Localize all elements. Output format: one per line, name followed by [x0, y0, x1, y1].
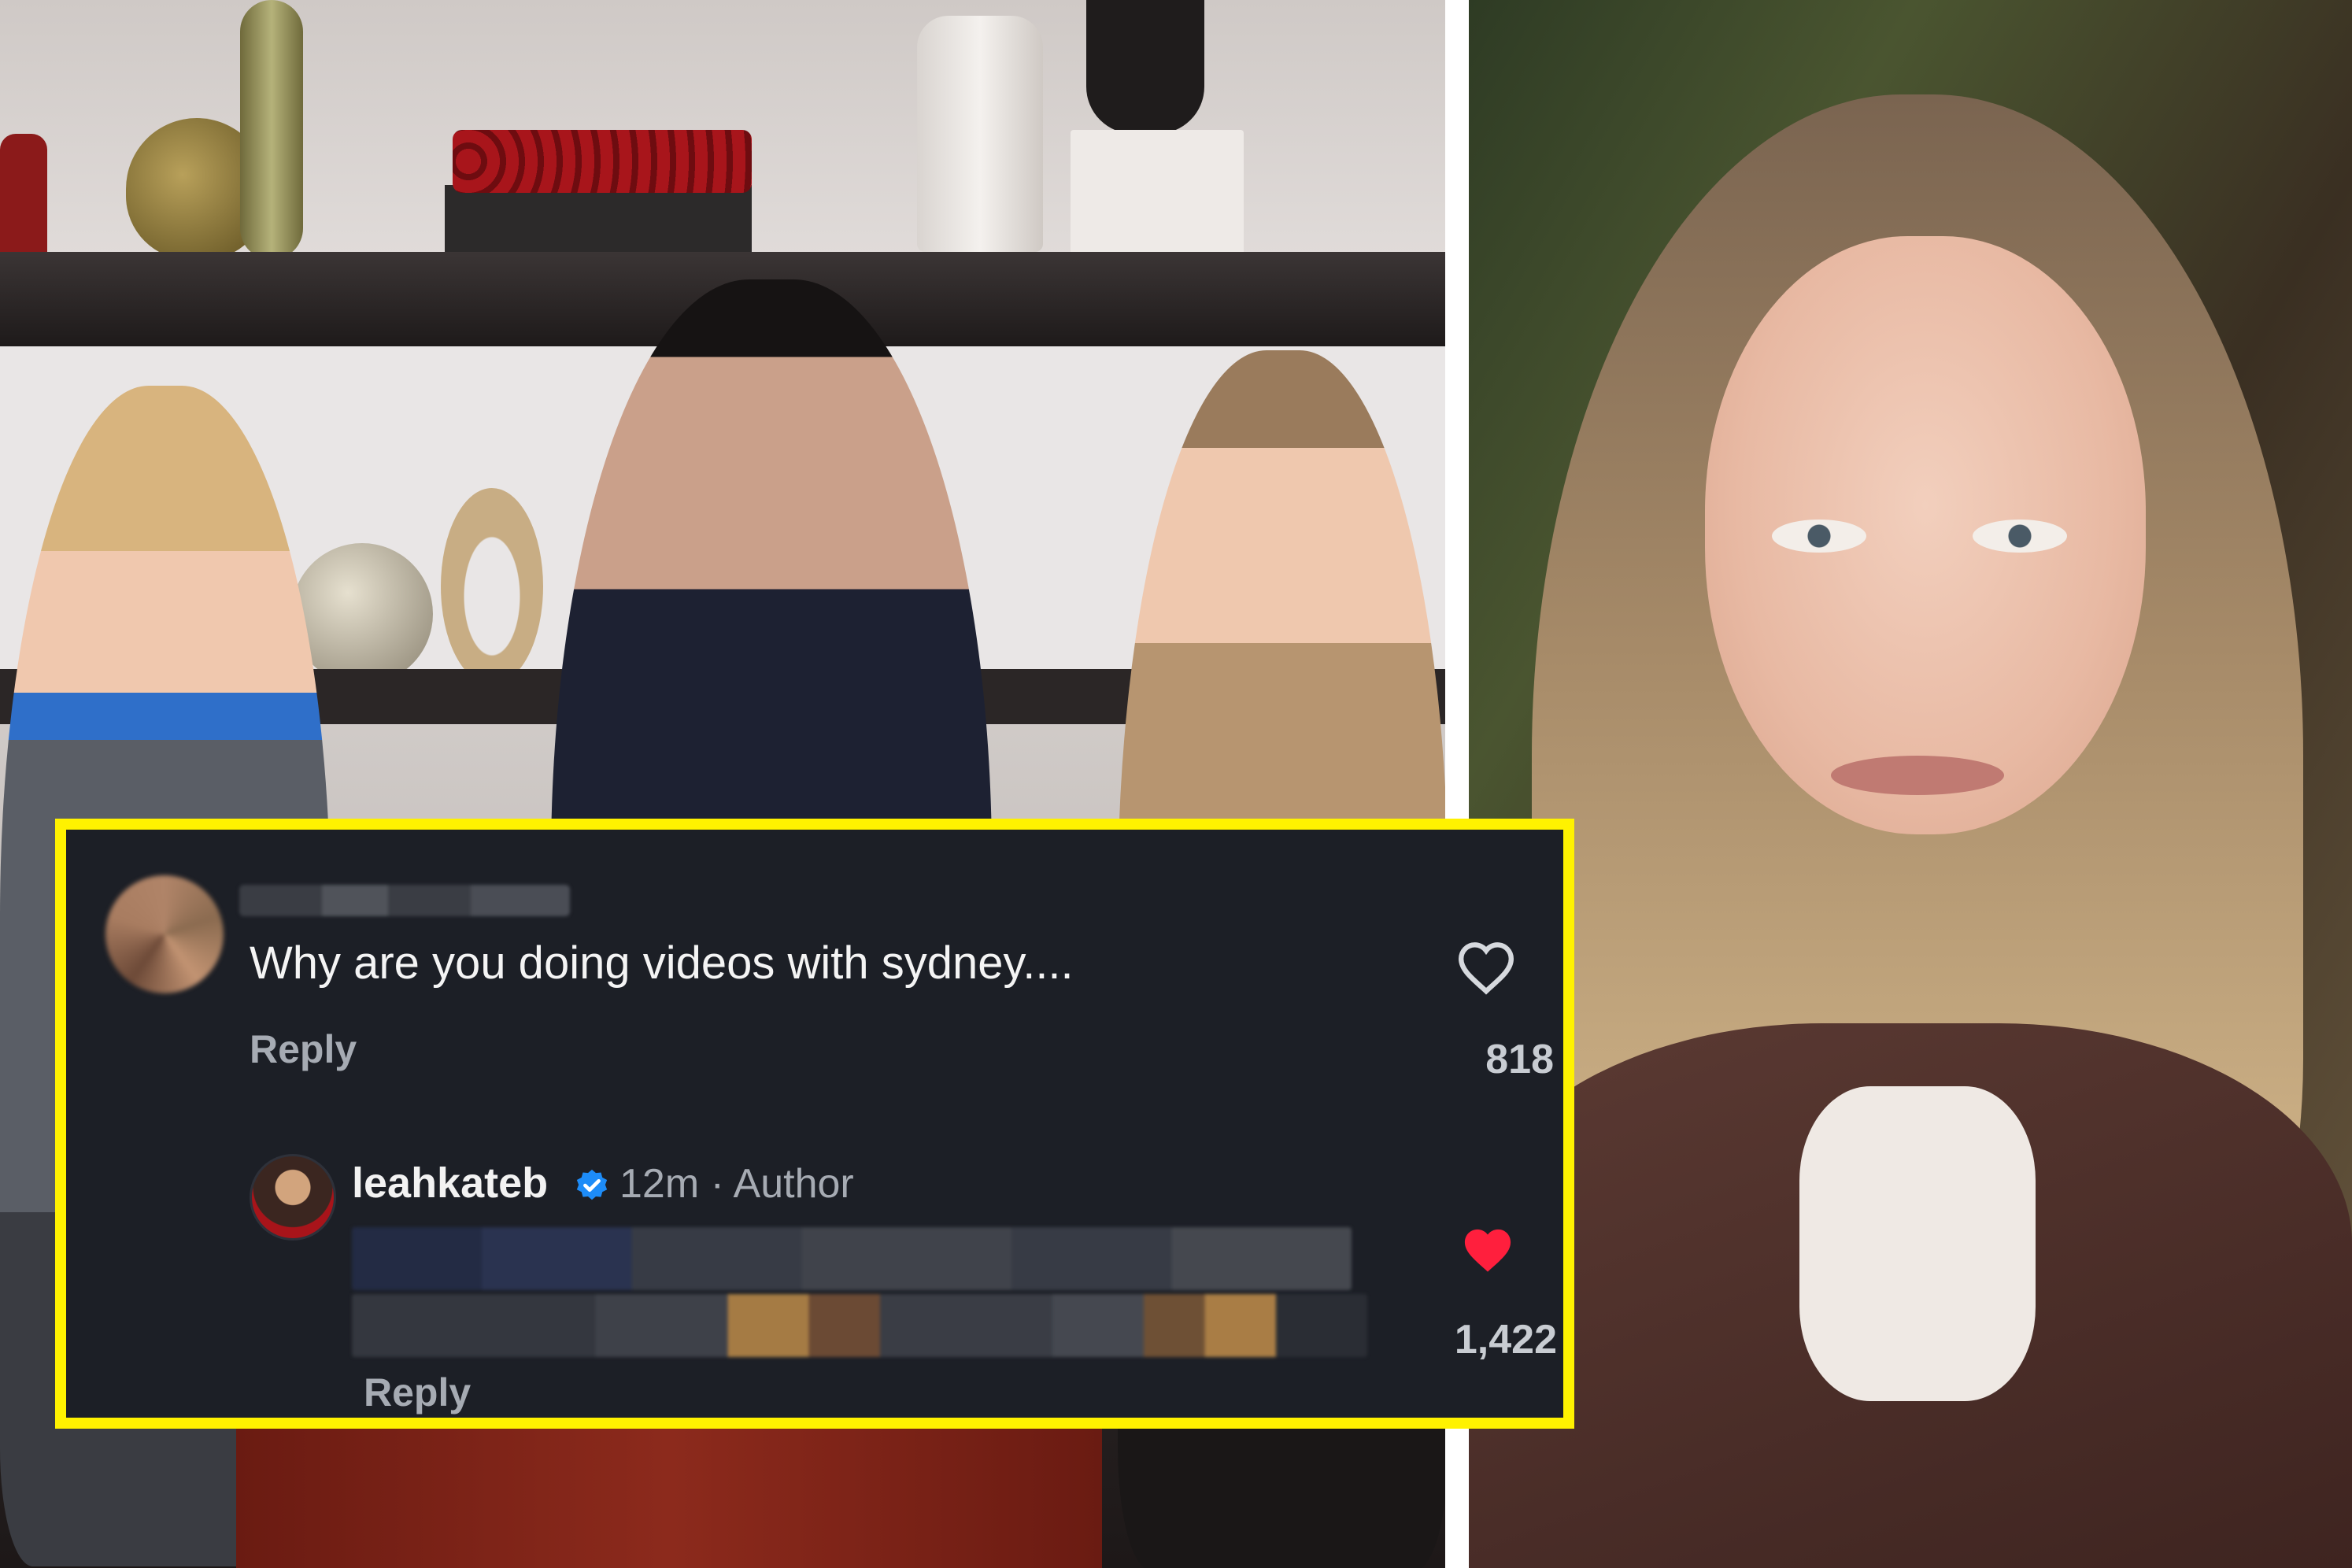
comment-like-count: 818 — [1485, 1037, 1554, 1082]
portrait-shirt — [1799, 1086, 2036, 1401]
red-tablecloth — [236, 1417, 1102, 1568]
author-reply-text-blurred-line-2 — [352, 1294, 1367, 1357]
author-username[interactable]: leahkateb — [352, 1159, 548, 1207]
verified-badge-icon — [576, 1169, 608, 1200]
comment-text: Why are you doing videos with sydney.... — [250, 937, 1074, 989]
heart-filled-icon[interactable] — [1459, 1225, 1516, 1275]
commenter-username-blurred[interactable] — [239, 885, 570, 916]
sculpture-black — [1086, 0, 1204, 134]
author-avatar[interactable] — [250, 1154, 336, 1241]
red-roses — [453, 130, 752, 193]
right-photo-panel — [1469, 0, 2352, 1568]
author-reply-reply-button[interactable]: Reply — [364, 1370, 471, 1415]
portrait-eye-left — [1772, 520, 1866, 553]
portrait-face — [1705, 236, 2146, 834]
comment-reply-button[interactable]: Reply — [250, 1026, 357, 1072]
meta-separator: · — [710, 1161, 724, 1207]
commenter-avatar-blurred[interactable] — [105, 875, 224, 993]
heart-outline-icon[interactable] — [1455, 940, 1517, 995]
author-reply-meta: 12m · Author — [619, 1160, 854, 1207]
vase-red — [0, 134, 47, 268]
author-reply-text-blurred-line-1 — [352, 1227, 1352, 1290]
vase-white — [917, 16, 1043, 252]
portrait-eye-right — [1973, 520, 2067, 553]
author-reply-like-count: 1,422 — [1454, 1317, 1557, 1363]
vase-tall-glass — [240, 0, 303, 260]
portrait-lips — [1831, 756, 2004, 795]
ring-sculpture — [441, 488, 543, 685]
comment-card: Why are you doing videos with sydney....… — [55, 819, 1574, 1429]
author-label: Author — [733, 1161, 854, 1207]
pedestal-white — [1071, 130, 1244, 256]
reply-timestamp: 12m — [619, 1161, 700, 1207]
flower-box — [445, 185, 752, 256]
